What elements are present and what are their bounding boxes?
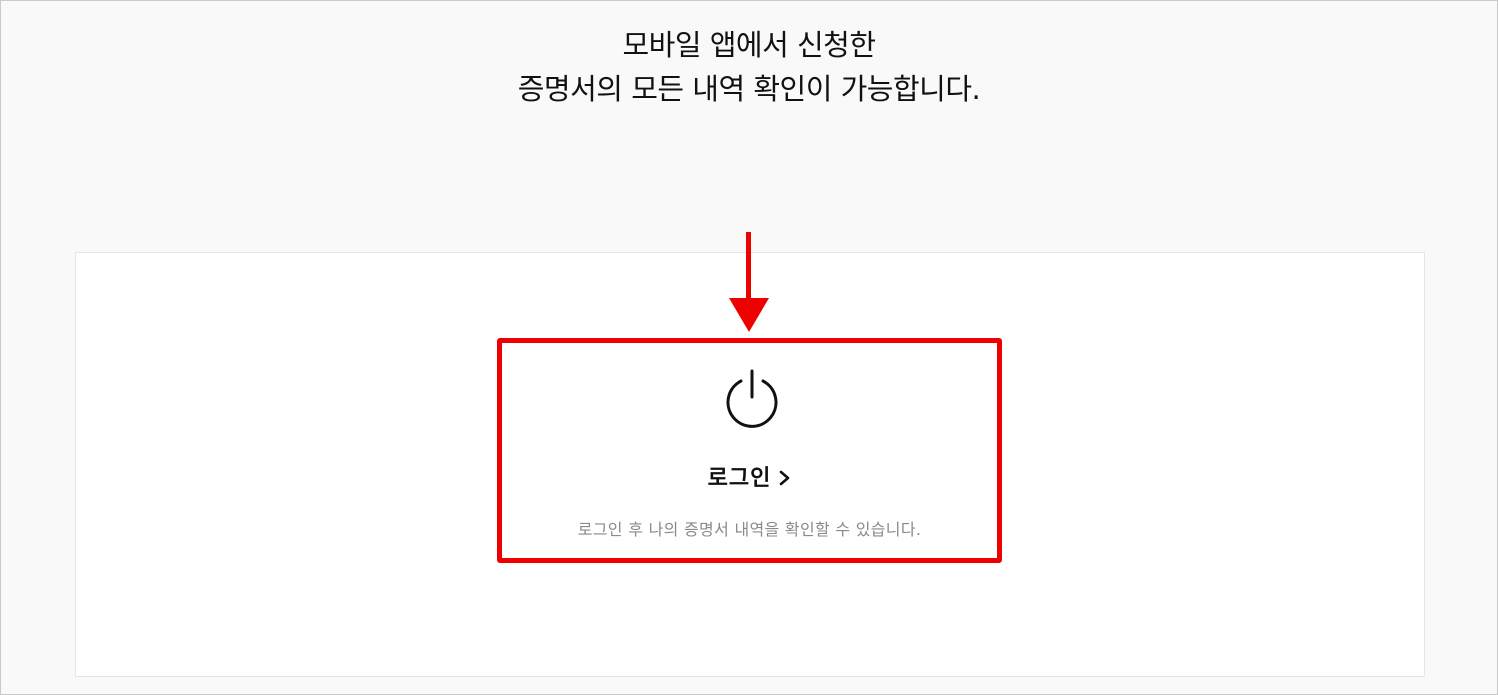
annotation-arrow-down-icon: [729, 232, 769, 332]
login-link[interactable]: 로그인: [502, 460, 997, 492]
headline-line-2: 증명서의 모든 내역 확인이 가능합니다.: [517, 72, 981, 106]
headline-line-1: 모바일 앱에서 신청한: [622, 28, 876, 62]
power-icon: [726, 369, 778, 428]
page-headline: 모바일 앱에서 신청한 증명서의 모든 내역 확인이 가능합니다.: [1, 23, 1497, 111]
login-card[interactable]: 로그인 로그인 후 나의 증명서 내역을 확인할 수 있습니다.: [497, 338, 1002, 563]
login-description: 로그인 후 나의 증명서 내역을 확인할 수 있습니다.: [577, 520, 922, 539]
chevron-right-icon: [780, 470, 790, 486]
page-frame: 모바일 앱에서 신청한 증명서의 모든 내역 확인이 가능합니다. 로그인 로그…: [0, 0, 1498, 695]
login-label: 로그인: [707, 466, 772, 491]
